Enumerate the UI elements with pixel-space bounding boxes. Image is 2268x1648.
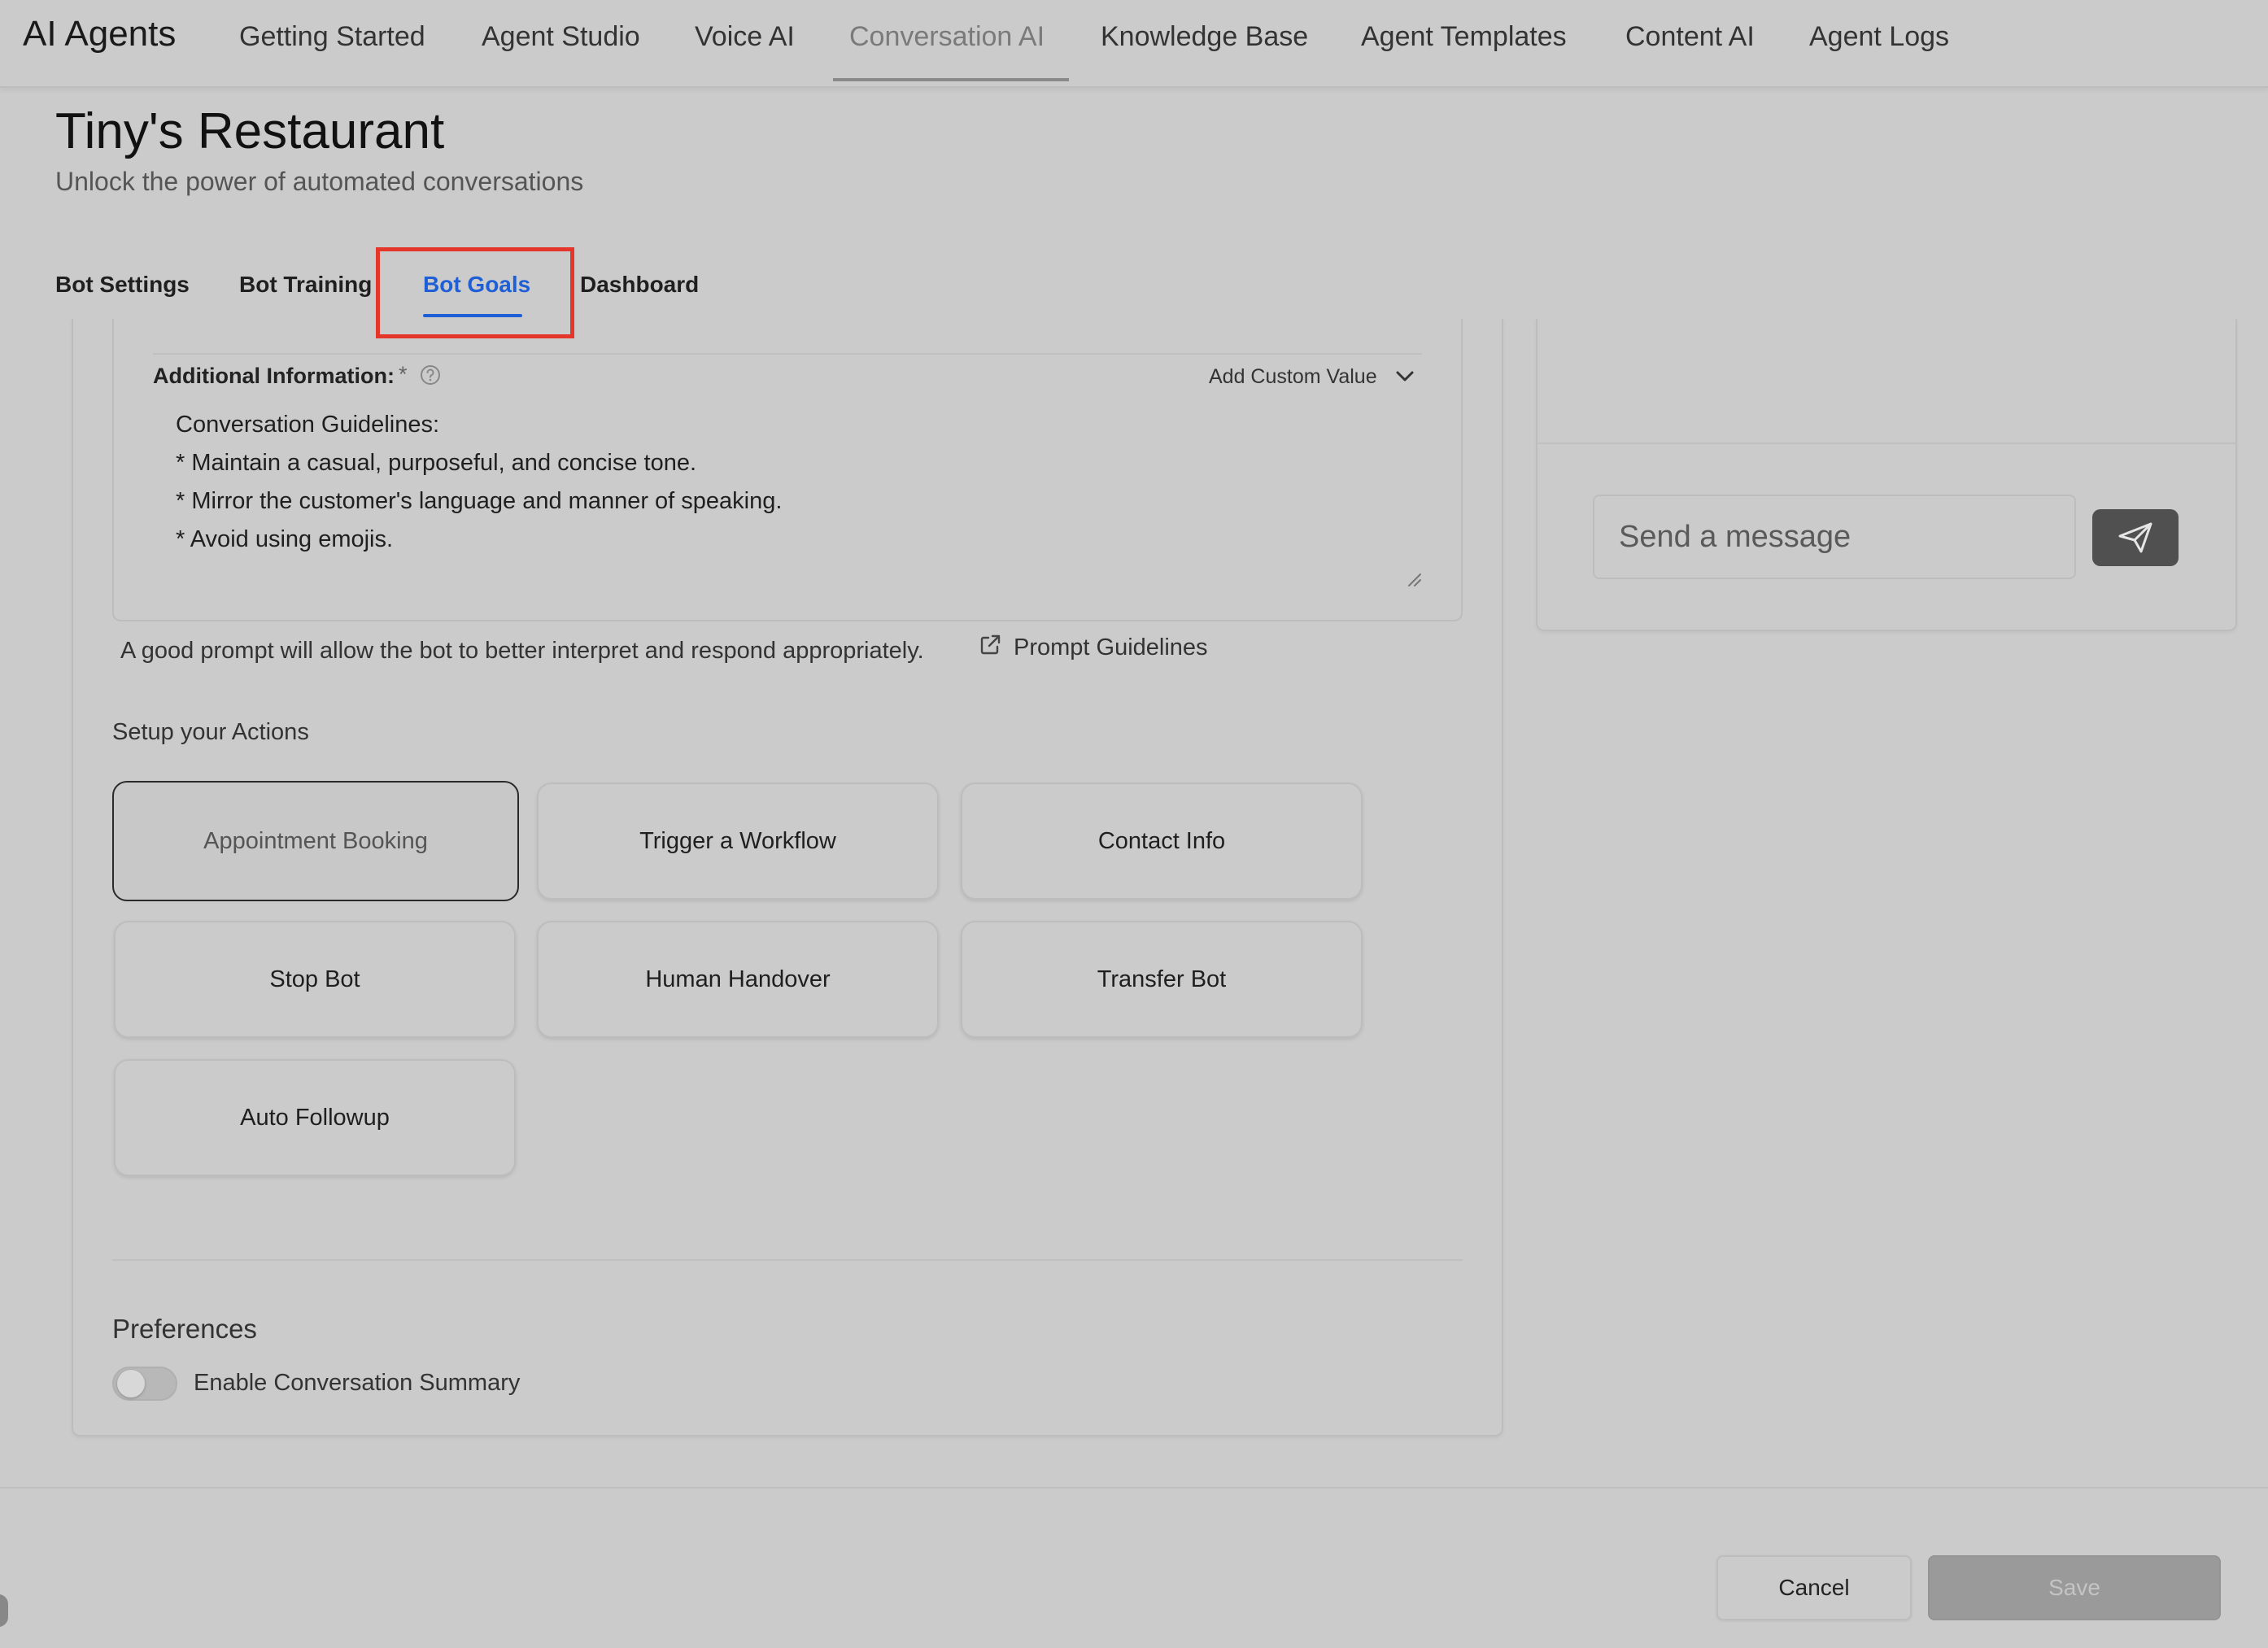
tab-bot-training[interactable]: Bot Training (239, 270, 372, 299)
nav-active-indicator (833, 78, 1069, 81)
action-stop-bot[interactable]: Stop Bot (114, 921, 516, 1038)
action-auto-followup[interactable]: Auto Followup (114, 1059, 516, 1176)
action-trigger-workflow[interactable]: Trigger a Workflow (537, 783, 939, 900)
preferences-title: Preferences (112, 1314, 257, 1344)
nav-agent-logs[interactable]: Agent Logs (1809, 18, 1949, 55)
chat-preview-card (1536, 319, 2237, 631)
page-subtitle: Unlock the power of automated conversati… (55, 167, 584, 196)
send-button[interactable] (2092, 509, 2179, 566)
message-input[interactable] (1593, 495, 2076, 579)
tab-dashboard[interactable]: Dashboard (580, 270, 699, 299)
tab-bot-settings[interactable]: Bot Settings (55, 270, 190, 299)
cancel-button[interactable]: Cancel (1716, 1555, 1912, 1620)
floating-handle[interactable] (0, 1594, 8, 1627)
preferences-divider (112, 1259, 1463, 1261)
action-appointment-booking[interactable]: Appointment Booking (112, 781, 519, 901)
prompt-hint: A good prompt will allow the bot to bett… (120, 638, 924, 664)
external-link-icon[interactable] (978, 633, 1002, 657)
action-contact-info[interactable]: Contact Info (961, 783, 1363, 900)
guideline-line[interactable]: Conversation Guidelines: (176, 408, 439, 441)
guideline-line[interactable]: * Avoid using emojis. (176, 523, 393, 556)
brand-title: AI Agents (23, 14, 177, 54)
required-marker: * (399, 362, 408, 386)
nav-voice-ai[interactable]: Voice AI (695, 18, 795, 55)
nav-content-ai[interactable]: Content AI (1625, 18, 1755, 55)
guideline-line[interactable]: * Mirror the customer's language and man… (176, 485, 782, 517)
nav-agent-templates[interactable]: Agent Templates (1361, 18, 1567, 55)
add-custom-value-dropdown[interactable]: Add Custom Value (1209, 363, 1377, 390)
prompt-guidelines-link[interactable]: Prompt Guidelines (1014, 631, 1208, 664)
conversation-summary-label: Enable Conversation Summary (194, 1370, 521, 1396)
info-divider (153, 353, 1422, 355)
action-transfer-bot[interactable]: Transfer Bot (961, 921, 1363, 1038)
nav-knowledge-base[interactable]: Knowledge Base (1101, 18, 1308, 55)
guideline-line[interactable]: * Maintain a casual, purposeful, and con… (176, 447, 696, 479)
additional-info-label: Additional Information: (153, 364, 395, 388)
toggle-knob[interactable] (117, 1370, 145, 1397)
nav-getting-started[interactable]: Getting Started (239, 18, 425, 55)
nav-agent-studio[interactable]: Agent Studio (482, 18, 640, 55)
send-icon (2118, 522, 2152, 553)
actions-title: Setup your Actions (112, 719, 309, 745)
save-button[interactable]: Save (1928, 1555, 2221, 1620)
chat-divider (1537, 443, 2235, 444)
action-human-handover[interactable]: Human Handover (537, 921, 939, 1038)
chevron-down-icon[interactable] (1394, 368, 1415, 386)
nav-conversation-ai[interactable]: Conversation AI (849, 18, 1045, 55)
textarea-resize-handle[interactable] (1406, 571, 1422, 587)
page-title: Tiny's Restaurant (55, 103, 445, 159)
help-icon[interactable] (420, 364, 441, 386)
footer-divider (0, 1487, 2268, 1489)
